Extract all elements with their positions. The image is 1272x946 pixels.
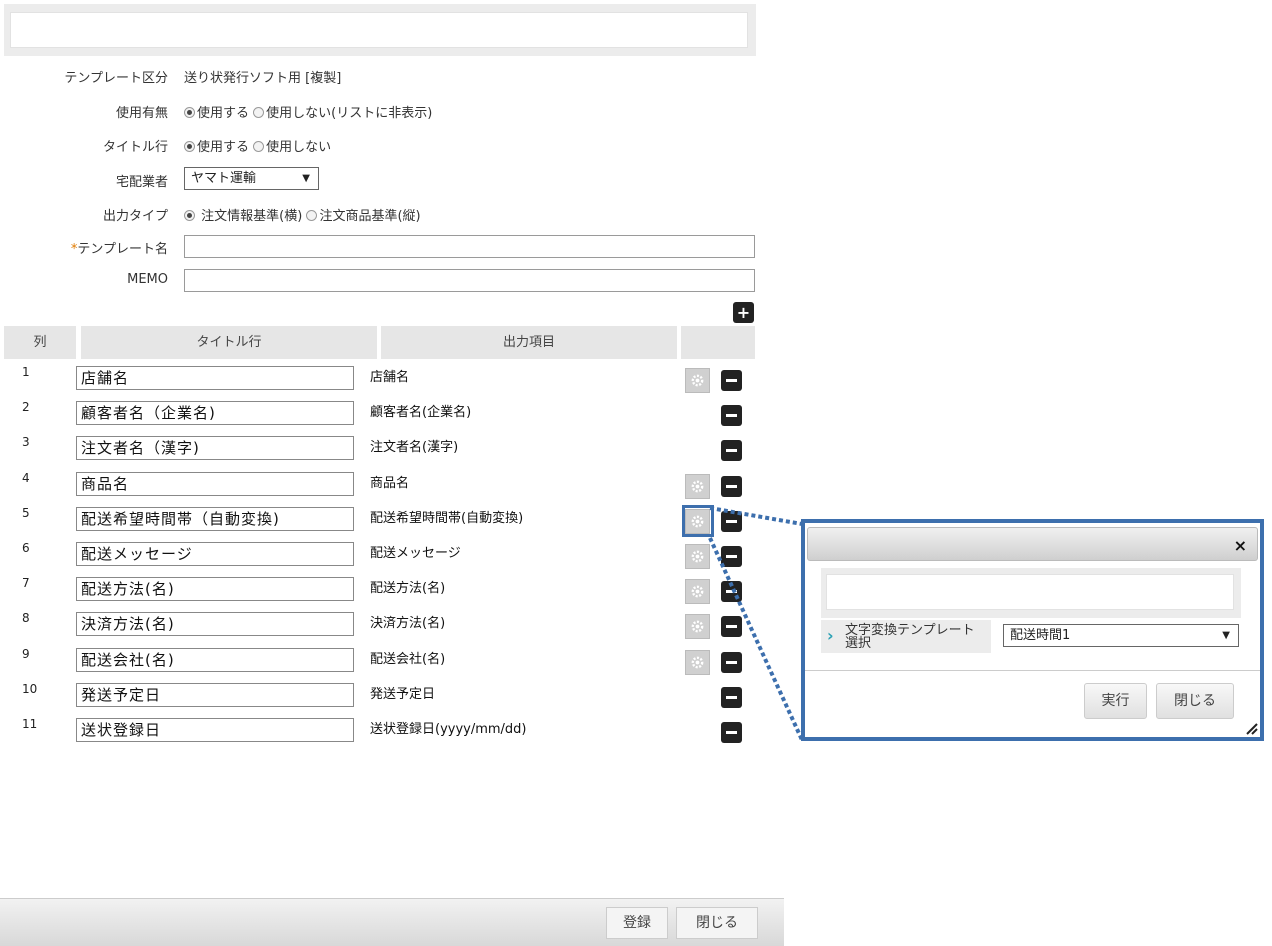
gear-icon[interactable] <box>685 368 710 393</box>
dialog-message-area <box>821 568 1241 618</box>
title-input[interactable]: 商品名 <box>76 471 354 496</box>
dialog-separator <box>805 670 1260 671</box>
title-input[interactable]: 発送予定日 <box>76 682 354 707</box>
title-input[interactable]: 顧客者名（企業名) <box>76 401 354 426</box>
output-item: 商品名 <box>370 475 410 491</box>
output-item: 配送希望時間帯(自動変換) <box>370 510 524 526</box>
carrier-select[interactable]: ヤマト運輸 ▼ <box>184 167 319 190</box>
col-header-actions <box>681 326 755 359</box>
row-number: 7 <box>22 576 30 591</box>
col-header-number: 列 <box>4 326 76 359</box>
usage-option-not-use: 使用しない(リストに非表示) <box>266 106 433 121</box>
output-item: 店舗名 <box>370 370 410 385</box>
register-button[interactable]: 登録 <box>606 907 668 939</box>
output-item: 配送会社(名) <box>370 651 446 667</box>
title-input[interactable]: 配送メッセージ <box>76 542 354 566</box>
gear-highlight <box>682 505 714 537</box>
usage-option-use: 使用する <box>197 106 250 121</box>
title-row-option-not-use: 使用しない <box>266 140 332 155</box>
add-row-button[interactable]: + <box>733 302 754 323</box>
resize-handle-icon[interactable] <box>1244 721 1258 735</box>
row-number: 10 <box>22 681 38 696</box>
carrier-label: 宅配業者 <box>115 175 168 190</box>
row-number: 6 <box>22 541 30 555</box>
title-input[interactable]: 配送会社(名) <box>76 647 354 672</box>
col-header-output: 出力項目 <box>381 326 677 359</box>
memo-label: MEMO <box>127 272 168 287</box>
output-item: 注文者名(漢字) <box>370 440 459 456</box>
output-type-radio-group: 注文情報基準(横) 注文商品基準(縦) <box>184 205 421 224</box>
row-number: 9 <box>22 646 30 661</box>
message-box <box>10 12 748 48</box>
title-input[interactable]: 決済方法(名) <box>76 612 354 637</box>
template-name-input[interactable] <box>184 235 755 258</box>
footer-bar: 登録 閉じる <box>0 898 784 946</box>
title-input[interactable]: 送状登録日 <box>76 718 354 742</box>
close-icon[interactable]: × <box>1234 536 1247 555</box>
output-item: 送状登録日(yyyy/mm/dd) <box>370 722 527 737</box>
title-row-option-use: 使用する <box>197 140 250 155</box>
gear-icon[interactable] <box>685 473 710 499</box>
row-number: 3 <box>22 435 30 450</box>
callout-connector <box>708 506 804 741</box>
output-item: 顧客者名(企業名) <box>370 405 472 421</box>
output-type-radio-order[interactable] <box>184 210 195 221</box>
dropdown-arrow-icon: ▼ <box>1222 630 1230 641</box>
row-number: 11 <box>22 717 38 731</box>
col-header-title: タイトル行 <box>81 326 377 359</box>
remove-row-button[interactable] <box>721 370 742 391</box>
template-type-label: テンプレート区分 <box>64 71 168 86</box>
template-select[interactable]: 配送時間1 ▼ <box>1003 624 1239 647</box>
row-number: 2 <box>22 400 30 415</box>
remove-row-button[interactable] <box>721 405 742 427</box>
row-number: 1 <box>22 365 30 379</box>
title-input[interactable]: 店舗名 <box>76 366 354 390</box>
dialog-template-label: › 文字変換テンプレート 選択 <box>821 620 991 653</box>
row-number: 5 <box>22 505 30 520</box>
output-item: 配送メッセージ <box>370 546 461 561</box>
dialog-label-line2: 選択 <box>845 636 872 651</box>
close-button[interactable]: 閉じる <box>676 907 758 939</box>
title-row-radio-group: 使用する 使用しない <box>184 136 331 155</box>
message-area <box>4 4 756 56</box>
remove-row-button[interactable] <box>721 440 742 462</box>
title-row-radio-use[interactable] <box>184 141 195 152</box>
carrier-select-value: ヤマト運輸 <box>191 171 257 186</box>
chevron-right-icon: › <box>827 626 834 645</box>
usage-radio-use[interactable] <box>184 107 195 118</box>
output-item: 発送予定日 <box>370 686 436 702</box>
usage-radio-not-use[interactable] <box>253 107 265 118</box>
output-type-option-item: 注文商品基準(縦) <box>319 209 421 224</box>
title-row-label: タイトル行 <box>102 140 168 155</box>
template-select-value: 配送時間1 <box>1010 628 1071 643</box>
output-item: 配送方法(名) <box>370 581 446 597</box>
title-input[interactable]: 注文者名（漢字) <box>76 436 354 461</box>
gear-glyph <box>691 374 704 387</box>
output-type-label: 出力タイプ <box>102 209 168 224</box>
connector-line-bottom <box>708 537 804 741</box>
template-name-label-wrap: *テンプレート名 <box>8 238 168 257</box>
dropdown-arrow-icon: ▼ <box>302 173 310 184</box>
text-convert-dialog: × › 文字変換テンプレート 選択 配送時間1 ▼ 実行 閉じる <box>801 519 1264 741</box>
output-type-radio-item[interactable] <box>306 210 318 221</box>
usage-radio-group: 使用する 使用しない(リストに非表示) <box>184 102 432 121</box>
title-input[interactable]: 配送方法(名) <box>76 577 354 602</box>
dialog-close-button[interactable]: 閉じる <box>1156 683 1234 719</box>
row-number: 8 <box>22 611 30 626</box>
gear-glyph <box>691 480 704 492</box>
usage-label: 使用有無 <box>115 106 168 121</box>
dialog-header: × <box>807 527 1258 561</box>
row-number: 4 <box>22 470 30 485</box>
run-button[interactable]: 実行 <box>1084 683 1147 719</box>
dialog-message-box <box>826 574 1234 610</box>
output-type-option-order: 注文情報基準(横) <box>201 209 303 224</box>
title-row-radio-not-use[interactable] <box>253 141 265 152</box>
connector-line-top <box>709 506 803 526</box>
memo-input[interactable] <box>184 269 755 292</box>
title-input[interactable]: 配送希望時間帯（自動変換) <box>76 506 354 531</box>
remove-row-button[interactable] <box>721 475 742 497</box>
template-name-label: テンプレート名 <box>77 242 168 257</box>
output-item: 決済方法(名) <box>370 616 446 632</box>
template-type-value: 送り状発行ソフト用 [複製] <box>184 71 342 86</box>
